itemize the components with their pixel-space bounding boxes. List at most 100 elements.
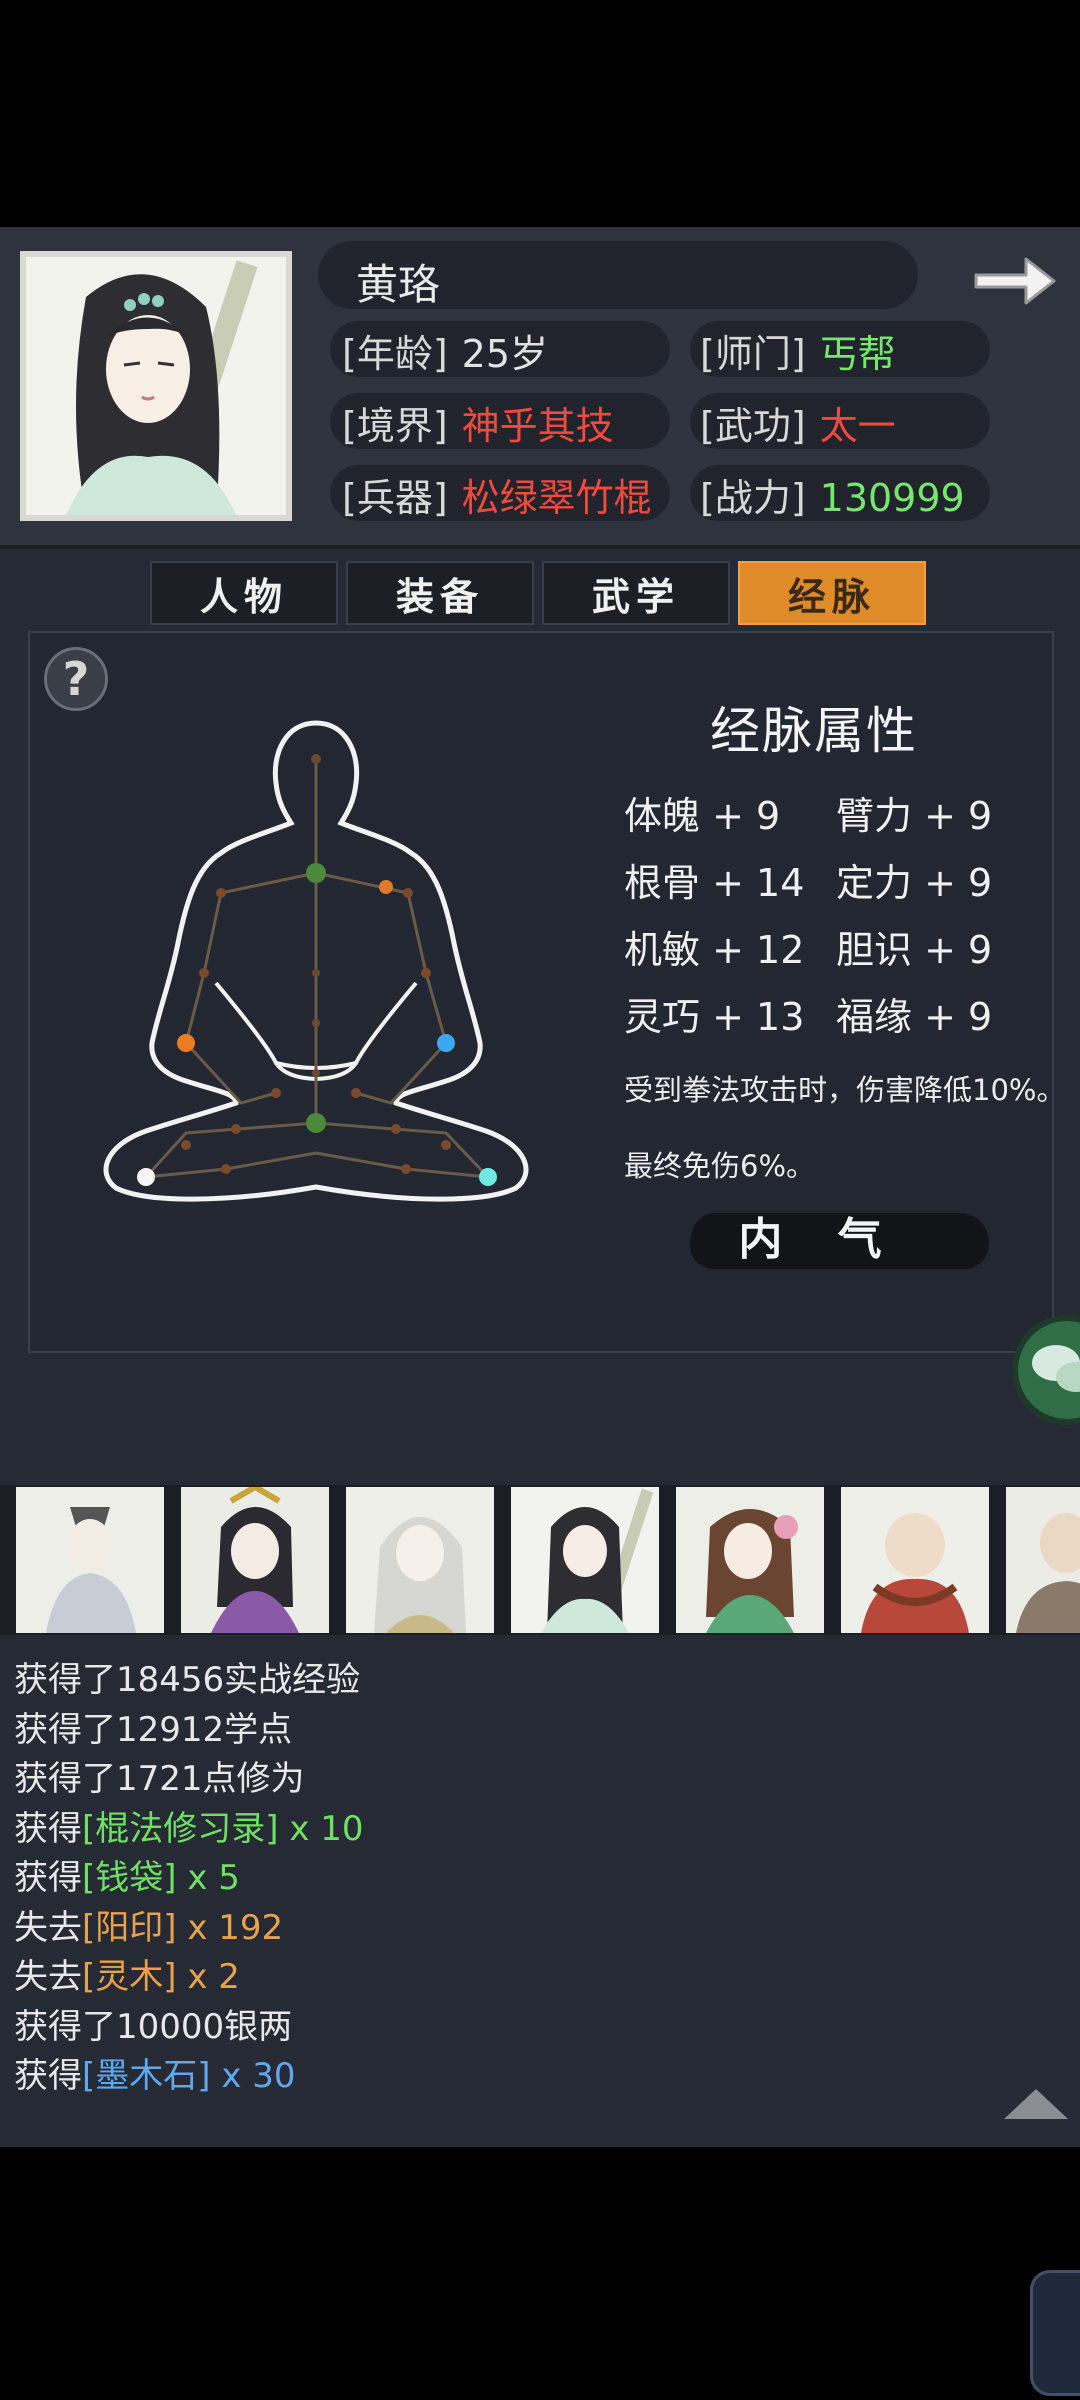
log-count: x 5	[176, 1858, 240, 1898]
stat-value: + 12	[712, 928, 805, 972]
skill-row: [武功] 太一	[700, 395, 896, 450]
stat-name: 臂力	[836, 794, 913, 838]
power-label: [战力]	[700, 476, 806, 520]
stat-value: + 9	[924, 861, 993, 905]
battle-log: 获得了18456实战经验 获得了12912学点 获得了1721点修为 获得[棍法…	[14, 1652, 1054, 2098]
party-member-portrait[interactable]	[16, 1487, 164, 1633]
inner-qi-label: 内 气	[738, 1214, 902, 1265]
party-member-portrait[interactable]	[511, 1487, 659, 1633]
log-prefix: 获得	[14, 2056, 82, 2096]
tab-equipment[interactable]: 装备	[346, 561, 534, 625]
log-text: 1721点修为	[116, 1759, 305, 1799]
log-prefix: 失去	[14, 1907, 82, 1948]
next-character-arrow-icon[interactable]	[970, 245, 1060, 315]
weapon-row: [兵器] 松绿翠竹棍	[342, 467, 652, 522]
log-line: 失去[灵木] x 2	[14, 1949, 1054, 1999]
party-member-portrait[interactable]	[346, 1487, 494, 1633]
log-prefix: 获得了	[14, 1759, 116, 1799]
log-text: 12912学点	[116, 1709, 293, 1750]
stat-gengu: 根骨 + 14	[624, 852, 804, 907]
log-item[interactable]: [墨木石]	[82, 2056, 211, 2096]
stat-lingqiao: 灵巧 + 13	[624, 986, 804, 1041]
log-line: 获得了1721点修为	[14, 1751, 1054, 1801]
meridian-body-diagram	[103, 720, 529, 1202]
chat-bubble-icon[interactable]	[1012, 1315, 1080, 1425]
party-member-portrait[interactable]	[676, 1487, 824, 1633]
log-line: 获得[棍法修习录] x 10	[14, 1801, 1054, 1851]
stat-name: 体魄	[624, 794, 701, 838]
character-portrait[interactable]	[20, 251, 292, 521]
tab-martial-arts[interactable]: 武学	[542, 561, 730, 625]
log-prefix: 获得	[14, 1858, 82, 1898]
log-count: x 2	[176, 1957, 240, 1997]
tab-bar: 人物 装备 武学 经脉	[150, 561, 926, 625]
effect-text-1: 受到拳法攻击时，伤害降低10%。	[624, 1073, 1066, 1107]
stat-jimin: 机敏 + 12	[624, 919, 804, 974]
log-line: 获得[钱袋] x 5	[14, 1850, 1054, 1900]
floating-menu-handle[interactable]	[1030, 2270, 1080, 2396]
age-row: [年龄] 25岁	[342, 323, 548, 378]
stat-bili: 臂力 + 9	[836, 785, 992, 840]
power-value: 130999	[819, 476, 965, 520]
log-prefix: 获得了	[14, 1660, 116, 1700]
age-value: 25岁	[461, 332, 549, 376]
stat-danshi: 胆识 + 9	[836, 919, 992, 974]
log-text: 18456实战经验	[116, 1660, 361, 1700]
stat-value: + 14	[712, 861, 805, 905]
party-member-portrait[interactable]	[1006, 1487, 1080, 1633]
tab-character[interactable]: 人物	[150, 561, 338, 625]
sect-row: [师门] 丐帮	[700, 323, 896, 378]
log-prefix: 获得	[14, 1808, 82, 1849]
character-screen: 黄珞 [年龄] 25岁 [师门] 丐帮 [境界] 神乎其技 [武功] 太一 [兵器] 松绿…	[0, 227, 1080, 2147]
meridian-attributes-title: 经脉属性	[710, 702, 918, 760]
inner-qi-button[interactable]: 内 气	[684, 1205, 996, 1275]
realm-label: [境界]	[342, 404, 448, 448]
collapse-log-triangle-icon[interactable]	[1004, 2089, 1068, 2119]
stat-value: + 13	[712, 995, 805, 1039]
skill-label: [武功]	[700, 404, 806, 448]
skill-value: 太一	[819, 404, 896, 448]
stat-name: 机敏	[624, 928, 701, 972]
character-header: 黄珞 [年龄] 25岁 [师门] 丐帮 [境界] 神乎其技 [武功] 太一 [兵器] 松绿…	[0, 227, 1080, 549]
log-item[interactable]: [灵木]	[82, 1957, 177, 1997]
party-member-portrait[interactable]	[181, 1487, 329, 1633]
log-item[interactable]: [棍法修习录]	[82, 1809, 279, 1849]
meridian-panel: ? 经脉属性 体魄 + 9 臂力 + 9 根骨 + 14 定力 + 9 机敏 +…	[28, 631, 1065, 1353]
log-line: 获得[墨木石] x 30	[14, 2048, 1054, 2098]
log-prefix: 获得了	[14, 2006, 116, 2047]
log-count: x 30	[210, 2056, 296, 2096]
character-name: 黄珞	[356, 260, 441, 309]
log-prefix: 获得了	[14, 1709, 116, 1750]
stat-name: 根骨	[624, 861, 701, 905]
power-row: [战力] 130999	[700, 467, 965, 522]
log-line: 获得了10000银两	[14, 1999, 1054, 2049]
sect-value: 丐帮	[819, 332, 896, 376]
effect-text-2: 最终免伤6%。	[624, 1149, 816, 1183]
log-line: 获得了12912学点	[14, 1702, 1054, 1752]
log-prefix: 失去	[14, 1957, 82, 1997]
tab-meridians[interactable]: 经脉	[738, 561, 926, 625]
sect-label: [师门]	[700, 332, 806, 376]
log-line: 失去[阳印] x 192	[14, 1900, 1054, 1950]
log-line: 获得了18456实战经验	[14, 1652, 1054, 1702]
stat-value: + 9	[924, 794, 993, 838]
log-count: x 192	[176, 1907, 284, 1948]
stat-name: 胆识	[836, 928, 913, 972]
log-count: x 10	[278, 1808, 364, 1849]
stat-value: + 9	[712, 794, 781, 838]
stat-name: 定力	[836, 861, 913, 905]
stat-tipo: 体魄 + 9	[624, 785, 780, 840]
party-member-portrait[interactable]	[841, 1487, 989, 1633]
weapon-value: 松绿翠竹棍	[461, 476, 652, 520]
stat-dingli: 定力 + 9	[836, 852, 992, 907]
stat-value: + 9	[924, 928, 993, 972]
weapon-label: [兵器]	[342, 476, 448, 520]
stat-name: 福缘	[836, 995, 913, 1039]
log-item[interactable]: [钱袋]	[82, 1858, 177, 1898]
stat-value: + 9	[924, 995, 993, 1039]
realm-value: 神乎其技	[461, 404, 614, 448]
log-item[interactable]: [阳印]	[82, 1908, 177, 1948]
realm-row: [境界] 神乎其技	[342, 395, 614, 450]
stat-fuyuan: 福缘 + 9	[836, 986, 992, 1041]
age-label: [年龄]	[342, 332, 448, 376]
